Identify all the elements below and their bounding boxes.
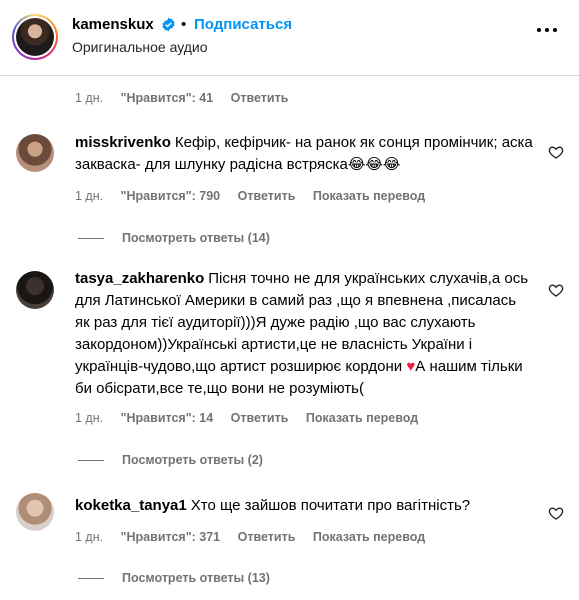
comment-meta: 1 дн. "Нравится": 41 Ответить — [75, 91, 302, 105]
comment-username[interactable]: tasya_zakharenko — [75, 270, 204, 287]
comment-likes[interactable]: "Нравится": 41 — [121, 91, 214, 105]
replies-divider — [78, 578, 104, 580]
comment-body: koketka_tanya1 Хто ще зайшов почитати про… — [75, 495, 533, 517]
reply-button[interactable]: Ответить — [238, 530, 296, 544]
audio-label[interactable]: Оригинальное аудио — [72, 39, 208, 55]
more-options-icon[interactable] — [537, 28, 557, 34]
comment-time: 1 дн. — [75, 530, 104, 544]
heart-outline-icon[interactable] — [548, 505, 564, 521]
comment-text: Хто ще зайшов почитати про вагітність? — [190, 497, 471, 514]
separator-dot: • — [181, 16, 187, 33]
show-translation-button[interactable]: Показать перевод — [313, 530, 425, 544]
show-translation-button[interactable]: Показать перевод — [306, 411, 418, 425]
view-replies-button[interactable]: Посмотреть ответы (13) — [78, 571, 270, 585]
comment-likes[interactable]: "Нравится": 371 — [121, 530, 221, 544]
comment-time: 1 дн. — [75, 189, 104, 203]
view-replies-button[interactable]: Посмотреть ответы (2) — [78, 453, 263, 467]
view-replies-button[interactable]: Посмотреть ответы (14) — [78, 231, 270, 245]
comment-username[interactable]: misskrivenko — [75, 134, 171, 151]
verified-badge-icon — [162, 17, 175, 32]
heart-outline-icon[interactable] — [548, 282, 564, 298]
comment-time: 1 дн. — [75, 91, 104, 105]
comment-avatar[interactable] — [16, 134, 54, 172]
comment-avatar[interactable] — [16, 493, 54, 531]
post-header: kamenskux • Подписаться Оригинальное ауд… — [0, 0, 579, 76]
replies-divider — [78, 238, 104, 240]
comment-time: 1 дн. — [75, 411, 104, 425]
comment-meta: 1 дн. "Нравится": 14 Ответить Показать п… — [75, 411, 432, 425]
follow-button[interactable]: Подписаться — [194, 16, 292, 33]
author-username[interactable]: kamenskux — [72, 16, 154, 33]
comment-meta: 1 дн. "Нравится": 371 Ответить Показать … — [75, 530, 439, 544]
reply-button[interactable]: Ответить — [231, 91, 289, 105]
reply-button[interactable]: Ответить — [231, 411, 289, 425]
comment-meta: 1 дн. "Нравится": 790 Ответить Показать … — [75, 189, 439, 203]
heart-outline-icon[interactable] — [548, 144, 564, 160]
comment-body: tasya_zakharenko Пісня точно не для украї… — [75, 268, 533, 400]
comment-avatar[interactable] — [16, 271, 54, 309]
comment-likes[interactable]: "Нравится": 790 — [121, 189, 221, 203]
comment-likes[interactable]: "Нравится": 14 — [121, 411, 214, 425]
show-translation-button[interactable]: Показать перевод — [313, 189, 425, 203]
author-avatar[interactable] — [12, 14, 58, 60]
comment-body: misskrivenko Кефір, кефірчик- на ранок як… — [75, 132, 533, 176]
reply-button[interactable]: Ответить — [238, 189, 296, 203]
red-heart-emoji: ♥ — [406, 358, 416, 375]
comment-username[interactable]: koketka_tanya1 — [75, 497, 187, 514]
replies-divider — [78, 460, 104, 462]
